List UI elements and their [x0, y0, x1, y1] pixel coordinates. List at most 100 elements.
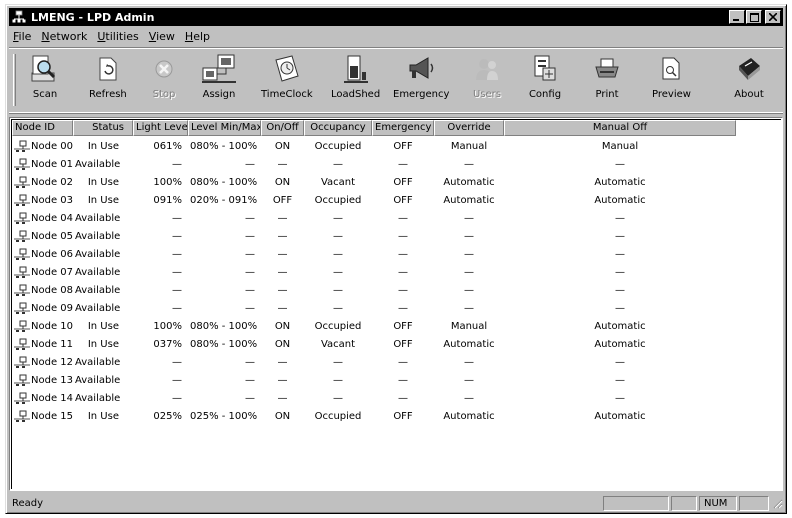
about-button[interactable]: About — [731, 54, 767, 108]
menu-help[interactable]: Help — [181, 30, 216, 43]
table-row[interactable]: Node 15 In Use 025% 025% - 100% ON Occupied OF… — [12, 407, 781, 425]
manual-off-cell: — — [615, 302, 625, 314]
title-bar[interactable]: LMENG - LPD Admin — [9, 8, 783, 26]
table-row[interactable]: Node 02 In Use 100% 080% - 100% ON Vacant OFF A… — [12, 173, 781, 191]
column-header-level-minmax[interactable]: Level Min/Max — [188, 120, 261, 136]
table-row[interactable]: Node 14 Available — — — — — — — — [12, 389, 781, 407]
table-row[interactable]: Node 01 Available — — — — — — — — [12, 155, 781, 173]
emergency-cell: OFF — [393, 338, 413, 350]
node-id-cell: Node 10 — [12, 320, 73, 333]
light-level-cell: — — [172, 392, 182, 404]
preview-button[interactable]: Preview — [652, 54, 691, 108]
on-off-cell: — — [277, 266, 288, 278]
maximize-button[interactable] — [746, 10, 762, 24]
level-minmax-cell: — — [245, 392, 255, 404]
column-header-emergency[interactable]: Emergency — [372, 120, 434, 136]
emergency-button[interactable]: Emergency — [393, 54, 449, 108]
column-header-manual-off[interactable]: Manual Off — [504, 120, 736, 136]
manual-off-cell: Automatic — [594, 410, 646, 422]
override-cell: — — [464, 302, 474, 314]
table-row[interactable]: Node 11 In Use 037% 080% - 100% ON Vacant OFF A… — [12, 335, 781, 353]
on-off-cell: — — [277, 158, 288, 170]
users-button[interactable]: Users — [469, 54, 505, 108]
table-row[interactable]: Node 05 Available — — — — — — — — [12, 227, 781, 245]
table-row[interactable]: Node 04 Available — — — — — — — — [12, 209, 781, 227]
status-bar: Ready NUM — [9, 495, 783, 511]
occupancy-cell: — — [333, 248, 343, 260]
light-level-cell: 091% — [153, 194, 182, 206]
toolbar-grip[interactable] — [13, 54, 16, 106]
column-header-light-level[interactable]: Light Level — [133, 120, 188, 136]
override-cell: — — [464, 212, 474, 224]
table-row[interactable]: Node 08 Available — — — — — — — — [12, 281, 781, 299]
level-minmax-cell: 080% - 100% — [190, 140, 258, 152]
menu-network[interactable]: Network — [37, 30, 93, 43]
override-cell: Manual — [450, 140, 488, 152]
table-row[interactable]: Node 13 Available — — — — — — — — [12, 371, 781, 389]
close-button[interactable] — [765, 10, 781, 24]
loadshed-button[interactable]: LoadShed — [331, 54, 380, 108]
on-off-cell: — — [277, 230, 288, 242]
about-book-icon — [731, 54, 767, 84]
table-row[interactable]: Node 10 In Use 100% 080% - 100% ON Occupied OF… — [12, 317, 781, 335]
network-app-icon[interactable] — [11, 9, 27, 25]
column-header-node-id[interactable]: Node ID — [12, 120, 73, 136]
stop-icon — [146, 54, 182, 84]
light-level-cell: 061% — [153, 140, 182, 152]
table-row[interactable]: Node 00 In Use 061% 080% - 100% ON Occupied OF… — [12, 137, 781, 155]
level-minmax-cell: 080% - 100% — [190, 320, 258, 332]
timeclock-button[interactable]: TimeClock — [261, 54, 313, 108]
occupancy-cell: Occupied — [314, 194, 362, 206]
table-row[interactable]: Node 12 Available — — — — — — — — [12, 353, 781, 371]
status-cell: In Use — [87, 320, 119, 332]
scan-button[interactable]: Scan — [27, 54, 63, 108]
network-node-icon — [14, 230, 30, 243]
light-level-cell: — — [172, 374, 182, 386]
node-list[interactable]: Node ID Status Light Level Level Min/Max… — [9, 117, 783, 491]
print-button[interactable]: Print — [589, 54, 625, 108]
network-node-icon — [14, 392, 30, 405]
minimize-button[interactable] — [729, 10, 745, 24]
config-button[interactable]: Config — [527, 54, 563, 108]
table-row[interactable]: Node 09 Available — — — — — — — — [12, 299, 781, 317]
stop-button[interactable]: Stop — [146, 54, 182, 108]
level-minmax-cell: 025% - 100% — [190, 410, 258, 422]
on-off-cell: — — [277, 356, 288, 368]
assign-button[interactable]: Assign — [201, 54, 237, 108]
table-row[interactable]: Node 07 Available — — — — — — — — [12, 263, 781, 281]
level-minmax-cell: — — [245, 302, 255, 314]
level-minmax-cell: 020% - 091% — [190, 194, 258, 206]
menu-utilities[interactable]: Utilities — [93, 30, 144, 43]
menu-file[interactable]: File — [9, 30, 37, 43]
level-minmax-cell: — — [245, 230, 255, 242]
on-off-cell: — — [277, 302, 288, 314]
on-off-cell: ON — [274, 338, 291, 350]
emergency-cell: OFF — [393, 140, 413, 152]
menu-view[interactable]: View — [145, 30, 181, 43]
table-row[interactable]: Node 03 In Use 091% 020% - 091% OFF Occupied O… — [12, 191, 781, 209]
column-header-on-off[interactable]: On/Off — [261, 120, 304, 136]
network-node-icon — [14, 284, 30, 297]
light-level-cell: — — [172, 284, 182, 296]
column-header-occupancy[interactable]: Occupancy — [304, 120, 372, 136]
override-cell: — — [464, 356, 474, 368]
status-cell: In Use — [87, 410, 119, 422]
on-off-cell: — — [277, 248, 288, 260]
occupancy-cell: Occupied — [314, 320, 362, 332]
status-cell: Available — [75, 266, 121, 278]
column-header-status[interactable]: Status — [73, 120, 133, 136]
manual-off-cell: — — [615, 248, 625, 260]
level-minmax-cell: — — [245, 374, 255, 386]
table-row[interactable]: Node 06 Available — — — — — — — — [12, 245, 781, 263]
network-node-icon — [14, 266, 30, 279]
level-minmax-cell: — — [245, 158, 255, 170]
minimize-icon — [733, 19, 739, 21]
status-cell: Available — [75, 374, 121, 386]
column-header-override[interactable]: Override — [434, 120, 504, 136]
manual-off-cell: Manual — [601, 140, 639, 152]
occupancy-cell: Occupied — [314, 410, 362, 422]
occupancy-cell: — — [333, 266, 343, 278]
manual-off-cell: — — [615, 374, 625, 386]
resize-grip-icon[interactable] — [771, 497, 783, 509]
refresh-button[interactable]: Refresh — [89, 54, 127, 108]
